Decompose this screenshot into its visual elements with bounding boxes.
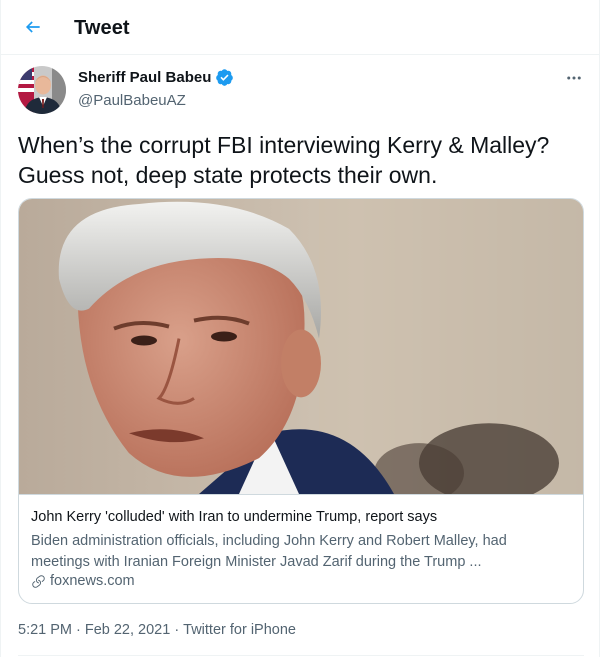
arrow-left-icon bbox=[25, 21, 40, 33]
tweet-source[interactable]: Twitter for iPhone bbox=[183, 622, 296, 638]
verified-badge-icon bbox=[215, 68, 234, 87]
more-options-button[interactable] bbox=[562, 66, 586, 90]
more-horizontal-icon bbox=[567, 76, 581, 80]
page-header: Tweet bbox=[1, 0, 600, 55]
tweet-text-line: Guess not, deep state protects their own… bbox=[18, 162, 438, 188]
link-icon bbox=[32, 574, 45, 588]
author-name[interactable]: Sheriff Paul Babeu bbox=[78, 69, 211, 86]
tweet-date[interactable]: Feb 22, 2021 bbox=[85, 622, 170, 638]
tweet-text-line: When’s the corrupt FBI interviewing Kerr… bbox=[18, 132, 550, 158]
author-handle[interactable]: @PaulBabeuAZ bbox=[78, 92, 186, 109]
divider bbox=[18, 655, 584, 656]
link-preview-card[interactable]: John Kerry 'colluded' with Iran to under… bbox=[18, 198, 584, 604]
card-title: John Kerry 'colluded' with Iran to under… bbox=[31, 509, 438, 525]
card-description-line: Biden administration officials, includin… bbox=[31, 533, 507, 549]
back-button[interactable] bbox=[17, 11, 49, 43]
tweet-text: When’s the corrupt FBI interviewing Kerr… bbox=[18, 130, 584, 190]
page-title: Tweet bbox=[74, 17, 130, 39]
card-domain: foxnews.com bbox=[50, 573, 135, 589]
tweet-time[interactable]: 5:21 PM bbox=[18, 622, 72, 638]
tweet-page: Tweet Sheriff Paul Babeu @PaulBabeuAZ Wh… bbox=[0, 0, 600, 657]
meta-separator: · bbox=[174, 622, 180, 638]
card-description-line: meetings with Iranian Foreign Minister J… bbox=[31, 554, 482, 570]
avatar[interactable] bbox=[18, 66, 66, 114]
card-image bbox=[19, 199, 583, 495]
tweet-meta: 5:21 PM · Feb 22, 2021 · Twitter for iPh… bbox=[18, 622, 296, 638]
author-name-row: Sheriff Paul Babeu bbox=[78, 68, 234, 87]
card-domain-row: foxnews.com bbox=[31, 573, 135, 589]
card-description: Biden administration officials, includin… bbox=[31, 531, 551, 573]
meta-separator: · bbox=[76, 622, 81, 638]
